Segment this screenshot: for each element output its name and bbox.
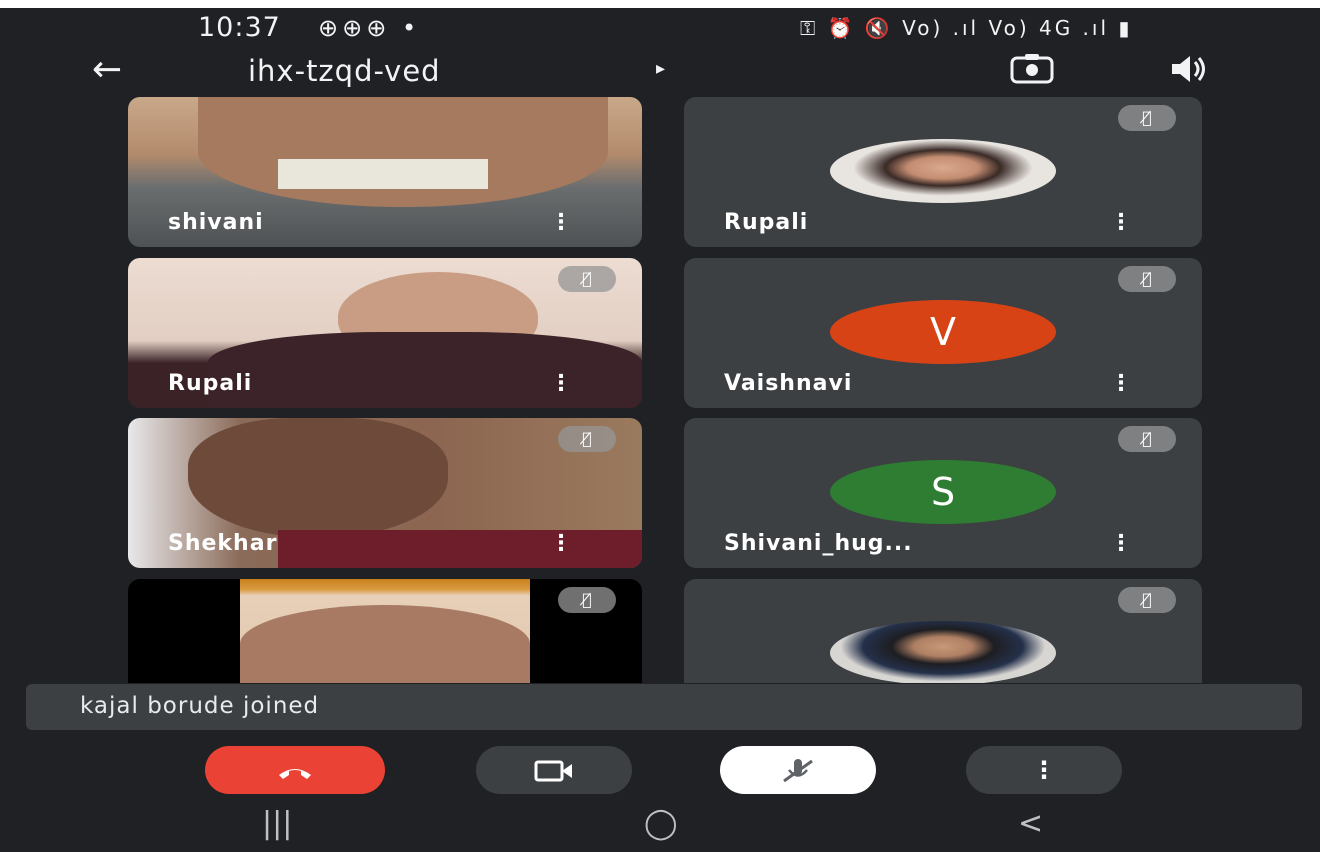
top-strip xyxy=(0,0,1320,8)
join-notification: kajal borude joined xyxy=(26,684,1302,730)
mic-toggle-button[interactable] xyxy=(720,746,876,794)
participant-video xyxy=(198,97,608,207)
more-vert-icon[interactable]: ⋮ xyxy=(1110,531,1132,556)
meeting-toolbar: ← ihx-tzqd-ved ▸ xyxy=(0,48,1320,94)
participant-tile[interactable]: 🎙̸ Rupali ⋮ xyxy=(128,258,642,408)
status-bar: 10:37 ⊕⊕⊕ • ⚿ ⏰ 🔇 Vo) .ıl Vo) 4G .ıl ▮ xyxy=(0,8,1320,48)
participant-tile[interactable]: 🎙̸ Shekhar ⋮ xyxy=(128,418,642,568)
more-vert-icon: ⋮ xyxy=(1032,756,1056,784)
status-notification-icons: ⊕⊕⊕ • xyxy=(318,14,421,42)
participant-video-face xyxy=(240,605,530,683)
chevron-right-icon[interactable]: ▸ xyxy=(656,58,665,79)
participant-video-body xyxy=(278,530,642,568)
avatar: V xyxy=(830,300,1056,364)
more-vert-icon[interactable]: ⋮ xyxy=(1110,371,1132,396)
join-notification-text: kajal borude joined xyxy=(80,693,320,719)
speaker-icon[interactable] xyxy=(1168,52,1208,94)
participant-tile[interactable]: shivani ⋮ xyxy=(128,97,642,247)
status-time: 10:37 xyxy=(198,12,281,43)
more-vert-icon[interactable]: ⋮ xyxy=(550,210,572,235)
mic-off-icon xyxy=(783,759,813,783)
mic-off-icon: 🎙̸ xyxy=(1118,426,1176,452)
camera-toggle-button[interactable] xyxy=(476,746,632,794)
more-vert-icon[interactable]: ⋮ xyxy=(550,371,572,396)
back-button[interactable]: < xyxy=(1018,806,1043,841)
video-camera-icon xyxy=(534,760,572,782)
participant-name: Rupali xyxy=(724,210,809,235)
participant-name: Shekhar xyxy=(168,531,278,556)
arrow-left-icon[interactable]: ← xyxy=(92,50,122,90)
participant-video-body xyxy=(208,332,642,408)
status-system-icons: ⚿ ⏰ 🔇 Vo) .ıl Vo) 4G .ıl ▮ xyxy=(800,16,1133,40)
participant-tile[interactable]: 🎙̸ V Vaishnavi ⋮ xyxy=(684,258,1202,408)
more-options-button[interactable]: ⋮ xyxy=(966,746,1122,794)
phone-hangup-icon xyxy=(279,769,311,779)
participant-tile[interactable]: 🎙̸ xyxy=(684,579,1202,683)
participant-tile[interactable]: 🎙̸ xyxy=(128,579,642,683)
avatar: S xyxy=(830,460,1056,524)
participant-name: shivani xyxy=(168,210,264,235)
participant-name: Rupali xyxy=(168,371,253,396)
avatar xyxy=(830,139,1056,203)
participant-tile[interactable]: 🎙̸ S Shivani_hug... ⋮ xyxy=(684,418,1202,568)
participant-name: Shivani_hug... xyxy=(724,531,913,556)
system-nav-bar: ||| ◯ < xyxy=(0,800,1320,852)
participant-video xyxy=(240,579,530,683)
end-call-button[interactable] xyxy=(205,746,385,794)
participant-tile[interactable]: 🎙̸ Rupali ⋮ xyxy=(684,97,1202,247)
participant-video xyxy=(188,418,448,538)
more-vert-icon[interactable]: ⋮ xyxy=(1110,210,1132,235)
more-vert-icon[interactable]: ⋮ xyxy=(550,531,572,556)
switch-camera-icon[interactable] xyxy=(1010,52,1054,94)
mic-off-icon: 🎙̸ xyxy=(1118,587,1176,613)
mic-off-icon: 🎙̸ xyxy=(558,266,616,292)
mic-off-icon: 🎙̸ xyxy=(558,587,616,613)
mic-off-icon: 🎙̸ xyxy=(1118,105,1176,131)
participant-name: Vaishnavi xyxy=(724,371,853,396)
home-button[interactable]: ◯ xyxy=(644,806,678,841)
avatar xyxy=(830,621,1056,683)
meeting-code-title[interactable]: ihx-tzqd-ved xyxy=(248,54,441,88)
mic-off-icon: 🎙̸ xyxy=(558,426,616,452)
mic-off-icon: 🎙̸ xyxy=(1118,266,1176,292)
recents-button[interactable]: ||| xyxy=(262,806,292,841)
participant-video-collar xyxy=(278,159,488,189)
